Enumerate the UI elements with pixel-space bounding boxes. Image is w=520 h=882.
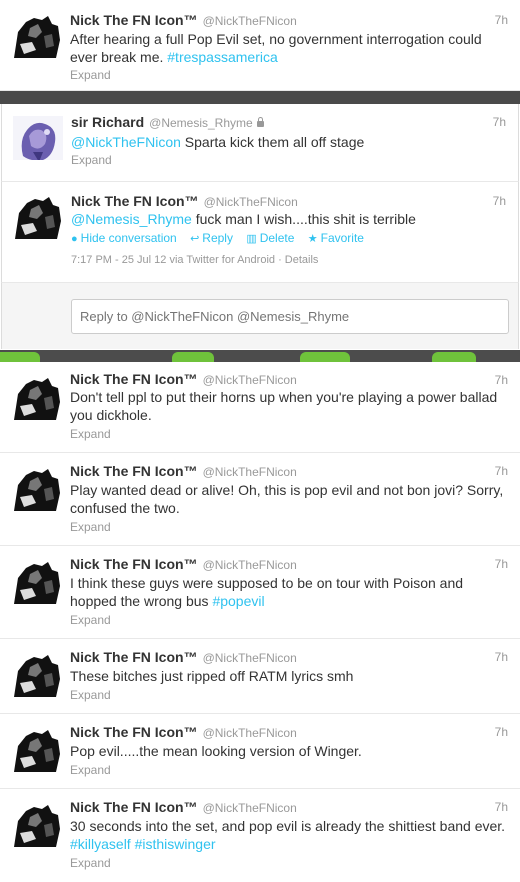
decorative-blob <box>172 352 214 362</box>
timestamp[interactable]: 7h <box>495 724 508 740</box>
tweet[interactable]: Nick The FN Icon™ @NickTheFNicon 7h Pop e… <box>0 714 520 789</box>
tweet-text: Play wanted dead or alive! Oh, this is p… <box>70 482 504 516</box>
tweet[interactable]: Nick The FN Icon™ @NickTheFNicon 7h 30 se… <box>0 789 520 882</box>
author-name[interactable]: Nick The FN Icon™ <box>70 371 198 387</box>
expand-link[interactable]: Expand <box>70 763 111 777</box>
timestamp[interactable]: 7h <box>495 12 508 28</box>
reply-button[interactable]: ↩ Reply <box>190 231 233 245</box>
hashtag-link[interactable]: #killyaself <box>70 836 131 852</box>
author-name[interactable]: Nick The FN Icon™ <box>70 799 198 815</box>
author-handle[interactable]: @NickTheFNicon <box>203 558 297 572</box>
author-name[interactable]: Nick The FN Icon™ <box>70 556 198 572</box>
tweet-text: Pop evil.....the mean looking version of… <box>70 743 362 759</box>
timestamp[interactable]: 7h <box>493 193 506 209</box>
author-name[interactable]: Nick The FN Icon™ <box>71 193 199 209</box>
expand-link[interactable]: Expand <box>70 520 111 534</box>
mention-link[interactable]: @Nemesis_Rhyme <box>71 211 192 227</box>
author-handle[interactable]: @NickTheFNicon <box>203 801 297 815</box>
trash-icon: ▥ <box>246 233 257 245</box>
reply-area <box>1 283 519 349</box>
hashtag-link[interactable]: #trespassamerica <box>167 49 278 65</box>
delete-button[interactable]: ▥ Delete <box>246 231 294 245</box>
star-icon: ★ <box>307 233 318 245</box>
lock-icon <box>256 117 264 127</box>
author-name[interactable]: sir Richard <box>71 114 144 130</box>
expand-link[interactable]: Expand <box>70 856 111 870</box>
tweet-text: @NickTheFNicon Sparta kick them all off … <box>71 134 365 150</box>
avatar[interactable] <box>13 116 63 160</box>
expand-link[interactable]: Expand <box>70 688 111 702</box>
tweet-text: @Nemesis_Rhyme fuck man I wish....this s… <box>71 211 416 227</box>
timestamp[interactable]: 7h <box>493 114 506 130</box>
avatar[interactable] <box>12 467 62 511</box>
timestamp[interactable]: 7h <box>495 556 508 572</box>
tweet-text: These bitches just ripped off RATM lyric… <box>70 668 354 684</box>
author-handle[interactable]: @NickTheFNicon <box>204 195 298 209</box>
author-name[interactable]: Nick The FN Icon™ <box>70 12 198 28</box>
hashtag-link[interactable]: #isthiswinger <box>135 836 216 852</box>
speech-bubble-icon: ● <box>71 233 78 245</box>
conversation-divider <box>0 91 520 104</box>
tweet-text: After hearing a full Pop Evil set, no go… <box>70 31 482 65</box>
tweet[interactable]: sir Richard @Nemesis_Rhyme 7h @NickTheFNi… <box>1 104 519 182</box>
expand-link[interactable]: Expand <box>70 613 111 627</box>
reply-input[interactable] <box>71 299 509 334</box>
tweet[interactable]: Nick The FN Icon™ @NickTheFNicon 7h These… <box>0 639 520 714</box>
tweet-text: Don't tell ppl to put their horns up whe… <box>70 389 498 423</box>
author-name[interactable]: Nick The FN Icon™ <box>70 649 198 665</box>
author-handle[interactable]: @NickTheFNicon <box>203 14 297 28</box>
tweet-actions: ● Hide conversation ↩ Reply ▥ Delete ★ Favor… <box>71 231 374 246</box>
author-name[interactable]: Nick The FN Icon™ <box>70 463 198 479</box>
expand-link[interactable]: Expand <box>70 427 111 441</box>
conversation-divider <box>0 350 520 362</box>
timestamp[interactable]: 7h <box>495 799 508 815</box>
expand-link[interactable]: Expand <box>71 153 112 167</box>
tweet[interactable]: Nick The FN Icon™ @NickTheFNicon 7h Play … <box>0 453 520 546</box>
author-handle[interactable]: @NickTheFNicon <box>203 726 297 740</box>
author-name[interactable]: Nick The FN Icon™ <box>70 724 198 740</box>
mention-link[interactable]: @NickTheFNicon <box>71 134 181 150</box>
avatar[interactable] <box>12 560 62 604</box>
timestamp[interactable]: 7h <box>495 649 508 665</box>
avatar[interactable] <box>12 14 62 58</box>
favorite-button[interactable]: ★ Favorite <box>308 231 364 245</box>
avatar[interactable] <box>13 195 63 239</box>
tweet[interactable]: Nick The FN Icon™ @NickTheFNicon 7h Don't… <box>0 362 520 453</box>
avatar[interactable] <box>12 803 62 847</box>
author-handle[interactable]: @NickTheFNicon <box>203 651 297 665</box>
decorative-blob <box>432 352 476 362</box>
hashtag-link[interactable]: #popevil <box>212 593 264 609</box>
tweet-expanded[interactable]: Nick The FN Icon™ @NickTheFNicon 7h @Neme… <box>1 182 519 283</box>
timestamp[interactable]: 7h <box>495 463 508 479</box>
tweet-meta: 7:17 PM - 25 Jul 12 via Twitter for Andr… <box>71 254 319 266</box>
author-handle[interactable]: @Nemesis_Rhyme <box>149 116 253 130</box>
expand-link[interactable]: Expand <box>70 68 111 82</box>
author-handle[interactable]: @NickTheFNicon <box>203 465 297 479</box>
tweet[interactable]: Nick The FN Icon™ @NickTheFNicon 7h After… <box>0 0 520 91</box>
avatar[interactable] <box>12 653 62 697</box>
avatar[interactable] <box>12 376 62 420</box>
timestamp[interactable]: 7h <box>495 372 508 388</box>
hide-conversation-button[interactable]: ● Hide conversation <box>71 231 177 245</box>
tweet-text: 30 seconds into the set, and pop evil is… <box>70 818 506 852</box>
decorative-blob <box>300 352 350 362</box>
author-handle[interactable]: @NickTheFNicon <box>203 373 297 387</box>
reply-arrow-icon: ↩ <box>190 233 200 245</box>
tweet[interactable]: Nick The FN Icon™ @NickTheFNicon 7h I thi… <box>0 546 520 639</box>
decorative-blob <box>0 352 40 362</box>
avatar[interactable] <box>12 728 62 772</box>
tweet-text: I think these guys were supposed to be o… <box>70 575 464 609</box>
